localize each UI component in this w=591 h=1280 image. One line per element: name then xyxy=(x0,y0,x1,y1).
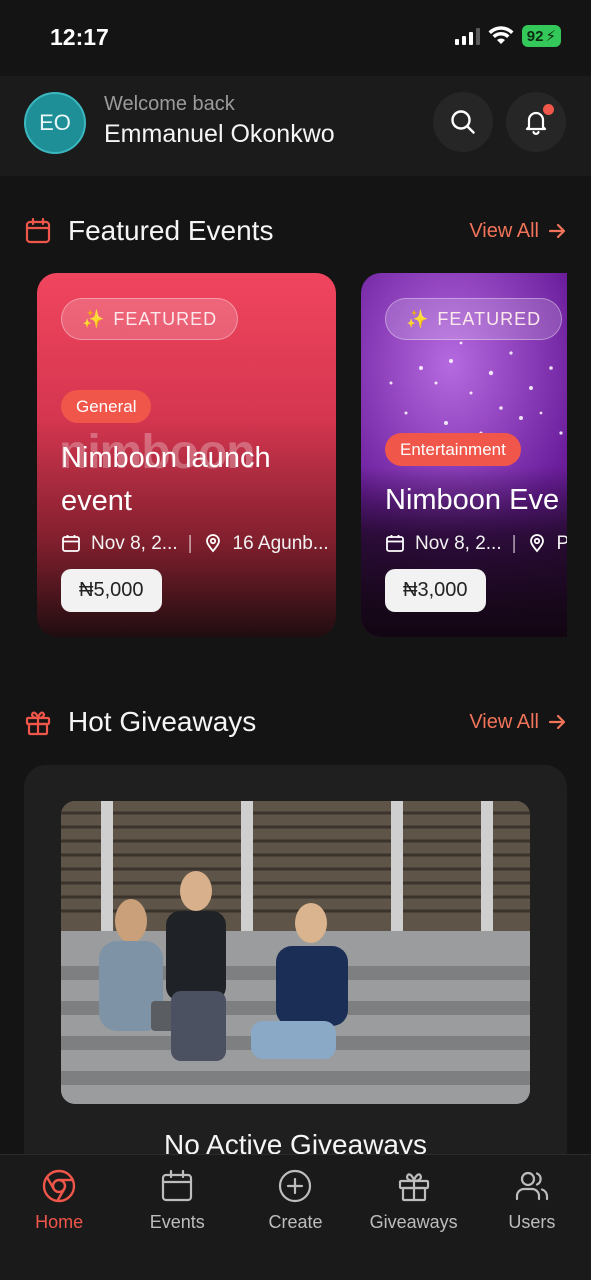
bottom-navigation: Home Events Create Giveaways Users xyxy=(0,1154,591,1280)
status-bar: 12:17 92 ⚡ xyxy=(0,0,591,76)
event-location: 16 Agunb... xyxy=(232,533,329,554)
chrome-icon xyxy=(40,1167,78,1205)
meta-divider: | xyxy=(511,533,517,554)
user-name: Emmanuel Okonkwo xyxy=(104,120,335,148)
wifi-icon xyxy=(488,26,514,44)
notification-dot xyxy=(543,104,554,115)
featured-events-header: Featured Events View All xyxy=(24,211,567,251)
nav-label: Giveaways xyxy=(369,1212,458,1232)
calendar-icon xyxy=(24,216,54,246)
gift-icon xyxy=(24,707,54,737)
event-title-line2: event xyxy=(61,485,132,517)
giveaways-view-all-link[interactable]: View All xyxy=(469,711,567,734)
featured-badge-label: FEATURED xyxy=(113,308,218,329)
event-meta: Nov 8, 2... | P xyxy=(385,533,567,555)
status-indicators: 92 ⚡ xyxy=(454,25,561,47)
search-icon xyxy=(451,110,475,134)
nav-label: Users xyxy=(508,1212,556,1232)
featured-badge-label: FEATURED xyxy=(437,308,542,329)
app-header: EO Welcome back Emmanuel Okonkwo xyxy=(0,76,591,176)
battery-level: 92 xyxy=(526,27,544,45)
category-tag: Entertainment xyxy=(385,433,521,466)
nav-label: Events xyxy=(149,1212,205,1232)
notifications-button[interactable] xyxy=(506,92,566,152)
avatar[interactable]: EO xyxy=(24,92,86,154)
nav-item-events[interactable]: Events xyxy=(118,1155,236,1280)
location-pin-icon xyxy=(527,533,549,555)
arrow-right-icon xyxy=(548,714,566,730)
empty-state-illustration xyxy=(61,801,530,1104)
status-time: 12:17 xyxy=(50,24,109,50)
nav-item-users[interactable]: Users xyxy=(473,1155,591,1280)
arrow-right-icon xyxy=(548,223,566,239)
view-all-label: View All xyxy=(469,710,539,733)
battery-indicator: 92 ⚡ xyxy=(521,25,561,47)
event-date: Nov 8, 2... xyxy=(415,533,502,554)
featured-view-all-link[interactable]: View All xyxy=(469,220,567,243)
event-meta: Nov 8, 2... | 16 Agunb... xyxy=(61,533,329,555)
cellular-signal-icon xyxy=(454,27,480,45)
search-button[interactable] xyxy=(433,92,493,152)
event-location: P xyxy=(556,533,567,554)
nav-label: Create xyxy=(268,1212,323,1232)
featured-badge: ✨ FEATURED xyxy=(385,298,563,340)
calendar-icon xyxy=(385,533,407,555)
location-pin-icon xyxy=(203,533,225,555)
hot-giveaways-header: Hot Giveaways View All xyxy=(24,702,567,742)
welcome-text: Welcome back xyxy=(104,93,235,115)
price-badge: ₦3,000 xyxy=(385,569,486,612)
featured-events-carousel[interactable]: nimboon ✨ FEATURED General Nimboon launc… xyxy=(37,273,567,637)
event-title-line1: Nimboon Eve xyxy=(385,484,560,516)
event-date: Nov 8, 2... xyxy=(91,533,178,554)
nav-item-giveaways[interactable]: Giveaways xyxy=(355,1155,473,1280)
gift-icon xyxy=(395,1167,433,1205)
event-title-line1: Nimboon launch xyxy=(61,442,271,474)
sparkles-icon: ✨ xyxy=(406,308,430,329)
nav-label: Home xyxy=(35,1212,84,1232)
meta-divider: | xyxy=(187,533,193,554)
price-badge: ₦5,000 xyxy=(61,569,162,612)
section-title: Hot Giveaways xyxy=(68,706,257,737)
nav-item-create[interactable]: Create xyxy=(236,1155,354,1280)
nav-item-home[interactable]: Home xyxy=(0,1155,118,1280)
section-title: Featured Events xyxy=(68,215,274,246)
event-card[interactable]: ✨ FEATURED Entertainment Nimboon Eve Nov… xyxy=(361,273,567,637)
users-icon xyxy=(513,1167,551,1205)
event-card[interactable]: nimboon ✨ FEATURED General Nimboon launc… xyxy=(37,273,336,637)
calendar-icon xyxy=(158,1167,196,1205)
featured-badge: ✨ FEATURED xyxy=(61,298,239,340)
giveaways-empty-state: No Active Giveaways xyxy=(24,765,567,1185)
sparkles-icon: ✨ xyxy=(82,308,106,329)
calendar-icon xyxy=(61,533,83,555)
charging-icon: ⚡ xyxy=(545,28,556,45)
view-all-label: View All xyxy=(469,219,539,242)
plus-circle-icon xyxy=(276,1167,314,1205)
category-tag: General xyxy=(61,390,152,423)
